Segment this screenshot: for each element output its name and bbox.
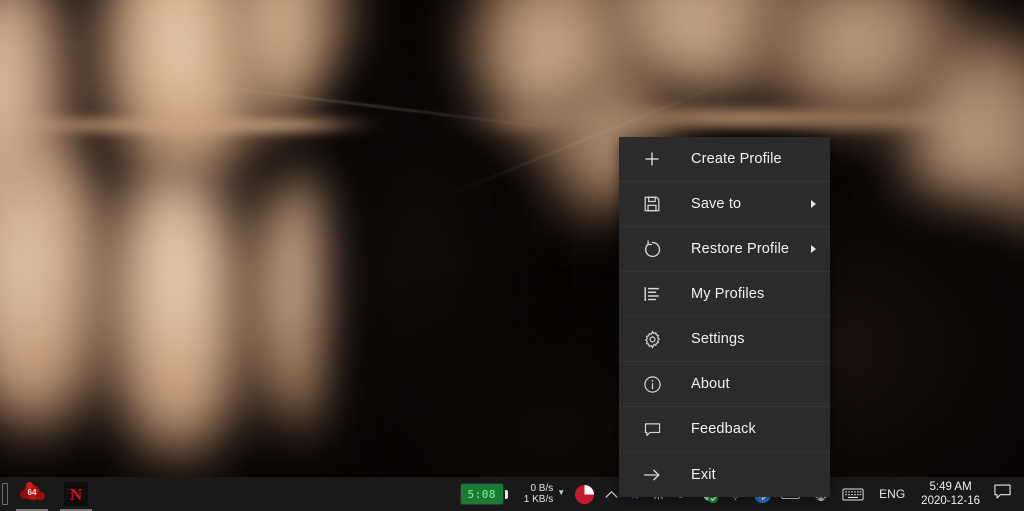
- keyboard-icon[interactable]: [834, 477, 872, 511]
- clock-widget[interactable]: 5:49 AM 2020-12-16: [912, 480, 989, 509]
- restore-icon: [641, 238, 663, 260]
- taskbar[interactable]: 64 N 5:08 0 B/s 1 KB/s ▼ ENG 5:49 AM 202…: [0, 477, 1024, 511]
- language-indicator[interactable]: ENG: [872, 477, 912, 511]
- menu-item-label: Restore Profile: [691, 241, 790, 257]
- menu-item-label: Settings: [691, 331, 745, 347]
- notifications-button[interactable]: [989, 477, 1022, 511]
- battery-time-label: 5:08: [467, 488, 497, 501]
- menu-item-label: Create Profile: [691, 151, 782, 167]
- taskbar-app-netflix[interactable]: N: [54, 477, 98, 511]
- menu-item-settings[interactable]: Settings: [619, 317, 830, 362]
- gear-icon: [641, 328, 663, 350]
- language-label: ENG: [879, 487, 906, 501]
- battery-time-widget[interactable]: 5:08: [459, 483, 508, 505]
- info-circle-icon: [641, 373, 663, 395]
- menu-item-exit[interactable]: Exit: [619, 452, 830, 497]
- desktop-screen: Create Profile Save to Restore Profile M…: [0, 0, 1024, 511]
- menu-item-label: My Profiles: [691, 286, 765, 302]
- plus-icon: [641, 148, 663, 170]
- chevron-down-icon[interactable]: ▼: [557, 488, 565, 497]
- menu-item-label: About: [691, 376, 730, 392]
- menu-item-create-profile[interactable]: Create Profile: [619, 137, 830, 182]
- app-context-menu[interactable]: Create Profile Save to Restore Profile M…: [619, 137, 830, 497]
- disk-usage-pie-icon[interactable]: [565, 477, 596, 511]
- menu-item-restore-profile[interactable]: Restore Profile: [619, 227, 830, 272]
- menu-item-my-profiles[interactable]: My Profiles: [619, 272, 830, 317]
- desktop-wallpaper[interactable]: [0, 0, 1024, 511]
- chevron-up-icon: [605, 487, 618, 502]
- taskbar-left-edge-icon[interactable]: [0, 477, 10, 511]
- netflix-icon: N: [64, 482, 88, 506]
- arrow-right-icon: [641, 464, 663, 486]
- menu-item-about[interactable]: About: [619, 362, 830, 407]
- clock-date: 2020-12-16: [921, 495, 980, 507]
- menu-item-label: Save to: [691, 196, 742, 212]
- list-icon: [641, 283, 663, 305]
- network-speed-widget[interactable]: 0 B/s 1 KB/s ▼: [514, 483, 565, 505]
- battery-body: 5:08: [459, 483, 504, 505]
- menu-item-feedback[interactable]: Feedback: [619, 407, 830, 452]
- chevron-right-icon: [811, 245, 816, 253]
- floppy-save-icon: [641, 193, 663, 215]
- wallpaper-leaf: [105, 165, 250, 455]
- speech-bubble-icon: [641, 418, 663, 440]
- wallpaper-leaf: [0, 150, 110, 430]
- chevron-right-icon: [811, 200, 816, 208]
- menu-item-label: Feedback: [691, 421, 756, 437]
- clock-time: 5:49 AM: [929, 480, 972, 493]
- red-64-app-label: 64: [27, 488, 37, 497]
- network-upload-speed: 0 B/s: [530, 482, 554, 494]
- menu-item-label: Exit: [691, 466, 716, 483]
- network-download-speed: 1 KB/s: [523, 494, 554, 505]
- red-64-app-icon: 64: [19, 482, 45, 506]
- speech-bubble-icon: [993, 483, 1012, 505]
- battery-tip: [504, 489, 508, 499]
- taskbar-app-red-64[interactable]: 64: [10, 477, 54, 511]
- menu-item-save-to[interactable]: Save to: [619, 182, 830, 227]
- netflix-icon-letter: N: [69, 484, 83, 504]
- taskbar-app-area: 64 N: [0, 477, 98, 511]
